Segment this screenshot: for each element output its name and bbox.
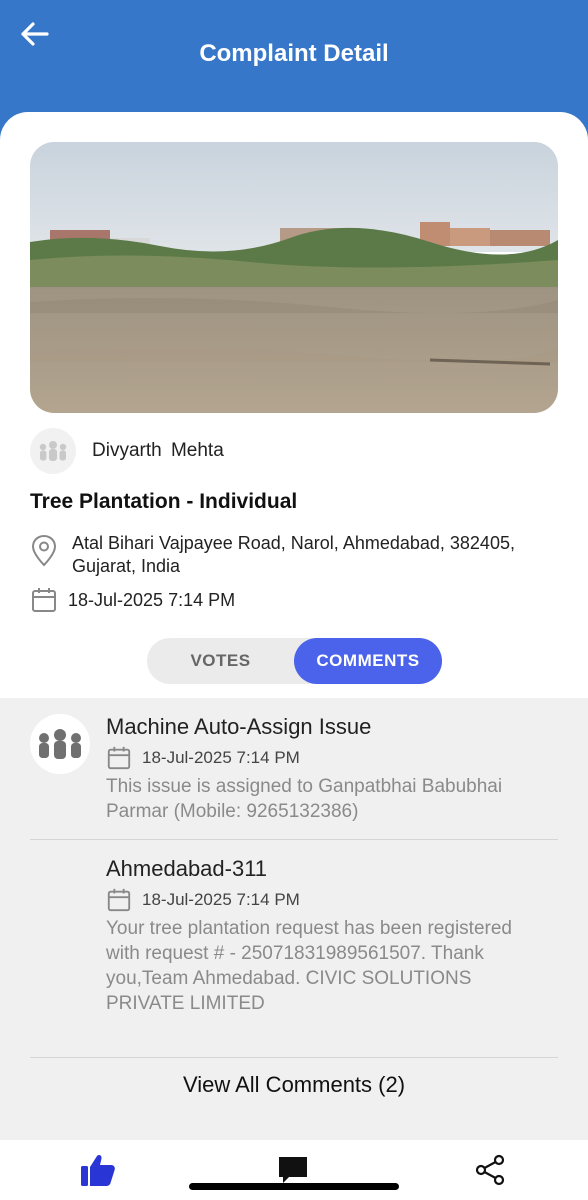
site-photo-image [30,142,558,413]
avatar [30,428,76,474]
complaint-photo[interactable] [30,142,558,413]
tab-comments[interactable]: COMMENTS [294,638,442,684]
avatar [30,714,90,774]
people-icon [39,441,67,461]
comment-item: Ahmedabad-311 18-Jul-2025 7:14 PM Your t… [30,840,558,1058]
page-title: Complaint Detail [199,40,389,67]
tab-votes[interactable]: VOTES [147,638,294,684]
author-row: Divyarth Mehta [30,428,224,474]
complaint-title: Tree Plantation - Individual [30,490,298,513]
comment-body: Your tree plantation request has been re… [106,918,512,1014]
comment-body: This issue is assigned to Ganpatbhai Bab… [106,776,503,822]
comment-date-row: 18-Jul-2025 7:14 PM [106,886,300,914]
thumbs-up-icon [81,1154,115,1186]
like-button[interactable] [78,1150,118,1190]
complaint-date: 18-Jul-2025 7:14 PM [68,589,236,610]
comment-date-row: 18-Jul-2025 7:14 PM [106,744,300,772]
comments-section: Machine Auto-Assign Issue 18-Jul-2025 7:… [0,698,588,1140]
comment-item: Machine Auto-Assign Issue 18-Jul-2025 7:… [30,698,558,840]
calendar-icon [107,746,131,770]
comment-title: Ahmedabad-311 [106,856,268,881]
tab-switcher: VOTES COMMENTS [147,638,442,684]
bottom-action-bar [0,1140,588,1200]
date-row: 18-Jul-2025 7:14 PM [30,586,235,614]
location-pin-icon [31,534,57,567]
home-indicator [189,1183,399,1190]
share-button[interactable] [470,1150,510,1190]
comment-date: 18-Jul-2025 7:14 PM [142,748,300,767]
comment-icon [279,1157,307,1183]
calendar-icon [32,588,56,612]
address-row: Atal Bihari Vajpayee Road, Narol, Ahmeda… [30,532,522,578]
address-text: Atal Bihari Vajpayee Road, Narol, Ahmeda… [72,533,515,576]
comment-date: 18-Jul-2025 7:14 PM [142,890,300,909]
author-name: Divyarth Mehta [92,440,224,461]
people-icon [39,729,81,759]
comment-title: Machine Auto-Assign Issue [106,714,372,739]
share-icon [475,1154,505,1186]
calendar-icon [107,888,131,912]
view-all-comments-link[interactable]: View All Comments (2) [0,1072,588,1098]
complaint-card: Divyarth Mehta Tree Plantation - Individ… [0,112,588,1200]
